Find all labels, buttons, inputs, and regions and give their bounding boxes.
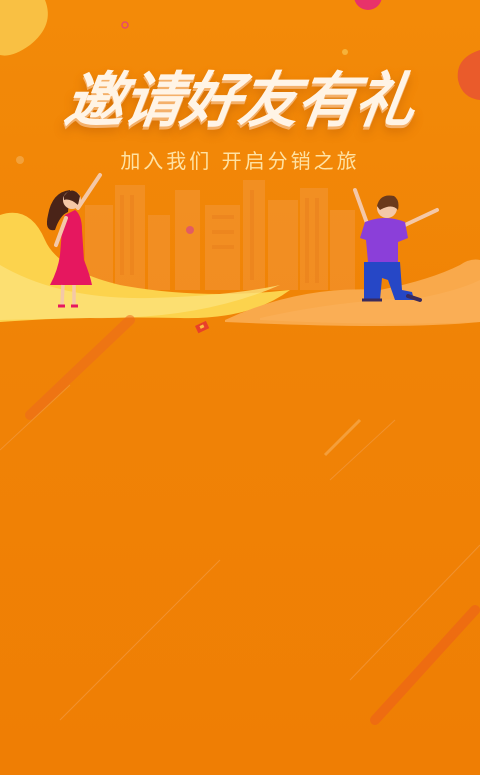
invite-poster: 邀请好友有礼 加入我们 开启分销之旅 (0, 0, 480, 775)
man-figure-icon (353, 188, 439, 302)
